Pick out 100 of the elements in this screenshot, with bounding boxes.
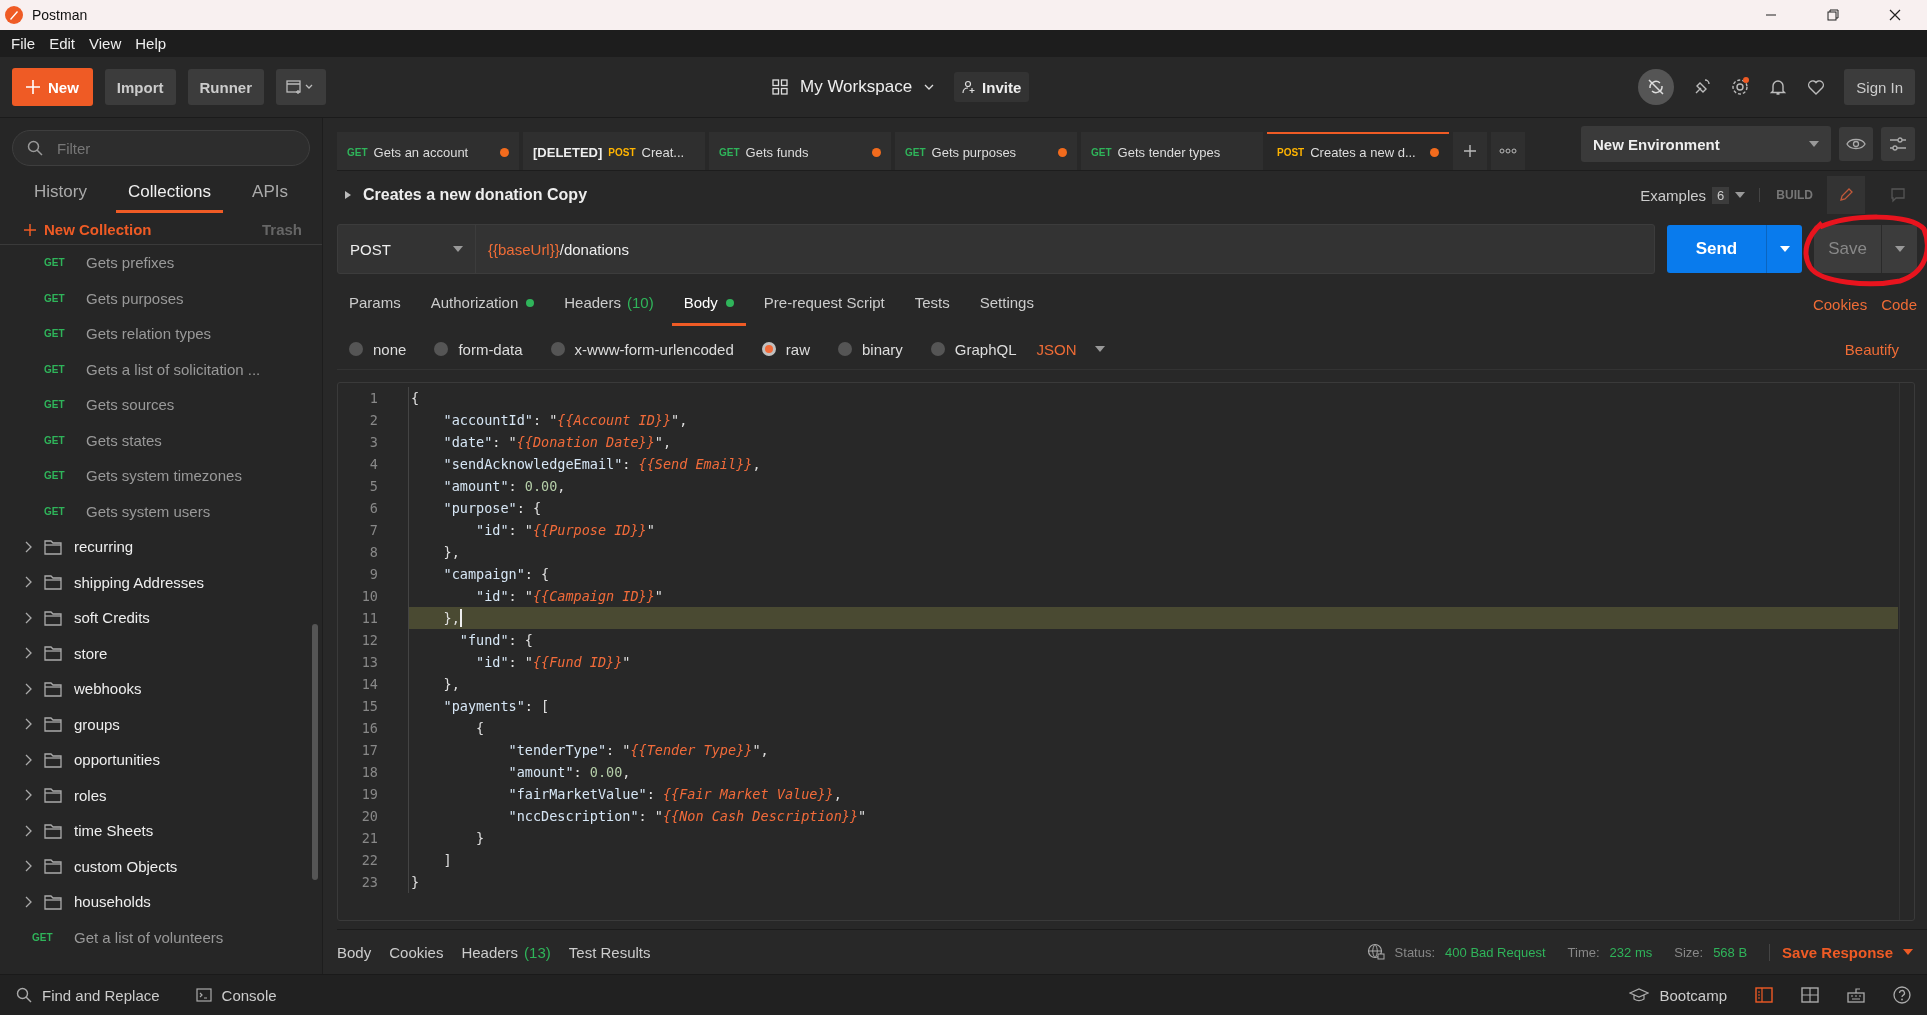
request-item[interactable]: GET Gets a list of solicitation ... <box>0 351 308 387</box>
expand-icon[interactable] <box>345 191 351 199</box>
eye-icon <box>1846 137 1866 151</box>
request-option-tab[interactable]: Body <box>671 282 746 326</box>
folder-item[interactable]: custom Objects <box>0 848 308 884</box>
line-number: 20 <box>360 808 379 824</box>
menu-item[interactable]: Edit <box>42 35 83 52</box>
help-icon[interactable] <box>1893 986 1911 1004</box>
chevron-right-icon <box>24 718 32 731</box>
request-item[interactable]: GET Gets system timezones <box>0 458 308 494</box>
send-options-button[interactable] <box>1766 225 1803 273</box>
folder-item[interactable]: recurring <box>0 529 308 565</box>
globe-lock-icon[interactable] <box>1366 943 1385 961</box>
folder-item[interactable]: webhooks <box>0 671 308 707</box>
request-option-tab[interactable]: Headers (10) <box>552 282 666 326</box>
save-response-button[interactable]: Save Response <box>1769 943 1913 961</box>
chevron-right-icon <box>24 895 32 908</box>
save-options-button[interactable] <box>1881 225 1917 273</box>
sidebar-tab[interactable]: History <box>22 176 99 213</box>
request-tab[interactable]: GET Gets funds <box>709 132 891 170</box>
invite-button[interactable]: Invite <box>954 72 1030 102</box>
caret-icon <box>1903 949 1913 955</box>
folder-item[interactable]: roles <box>0 777 308 813</box>
folder-icon <box>44 751 62 768</box>
request-tab[interactable]: [DELETED] POST Creat... <box>523 132 705 170</box>
request-item[interactable]: GET Get a list of volunteers <box>0 919 308 955</box>
request-item[interactable]: GET Gets purposes <box>0 280 308 316</box>
link[interactable]: Code <box>1881 295 1917 313</box>
add-tab-button[interactable] <box>1453 132 1487 170</box>
body-mode-radio[interactable]: x-www-form-urlencoded <box>550 340 734 358</box>
settings-icon[interactable] <box>1730 77 1751 97</box>
close-icon[interactable] <box>1889 9 1901 21</box>
format-dropdown[interactable]: JSON <box>1036 340 1105 358</box>
request-item[interactable]: GET Gets states <box>0 422 308 458</box>
eye-button[interactable] <box>1839 127 1873 161</box>
line-number: 21 <box>360 830 379 846</box>
request-tab[interactable]: GET Gets tender types <box>1081 132 1263 170</box>
request-item[interactable]: GET Gets prefixes <box>0 245 308 281</box>
body-mode-radio[interactable]: raw <box>761 340 810 358</box>
menu-item[interactable]: File <box>4 35 43 52</box>
find-replace-button[interactable]: Find and Replace <box>16 986 160 1004</box>
request-item[interactable]: GET Gets sources <box>0 387 308 423</box>
request-option-tab[interactable]: Pre-request Script <box>751 282 897 326</box>
sync-off-icon[interactable] <box>1638 69 1675 105</box>
request-tab[interactable]: GET Gets an account <box>337 132 519 170</box>
request-option-tab[interactable]: Tests <box>902 282 962 326</box>
request-option-tab[interactable]: Params <box>337 282 413 326</box>
settings-button[interactable] <box>1881 127 1915 161</box>
request-option-tab[interactable]: Settings <box>967 282 1046 326</box>
response-tab[interactable]: Test Results <box>568 943 651 961</box>
folder-item[interactable]: store <box>0 635 308 671</box>
folder-item[interactable]: groups <box>0 706 308 742</box>
request-item[interactable]: GET Gets system users <box>0 493 308 529</box>
new-window-button[interactable] <box>276 69 326 105</box>
request-tab[interactable]: GET Gets purposes <box>895 132 1077 170</box>
sign-in-button[interactable]: Sign In <box>1844 69 1915 105</box>
app-logo-icon <box>4 5 24 25</box>
folder-icon <box>44 787 62 804</box>
examples-dropdown[interactable]: Examples 6 <box>1640 186 1746 204</box>
response-tab[interactable]: Cookies <box>389 943 444 961</box>
sidebar-tab[interactable]: APIs <box>240 176 300 213</box>
folder-item[interactable]: soft Credits <box>0 600 308 636</box>
more-tabs-button[interactable] <box>1491 132 1525 170</box>
line-number: 5 <box>368 478 379 494</box>
time-label: Time: <box>1567 944 1600 960</box>
folder-item[interactable]: opportunities <box>0 742 308 778</box>
new-collection-button[interactable]: New Collection <box>24 221 152 238</box>
folder-item[interactable]: shipping Addresses <box>0 564 308 600</box>
beautify-link[interactable]: Beautify <box>1844 340 1899 358</box>
body-mode-radio[interactable]: form-data <box>434 340 523 358</box>
line-number: 1 <box>368 390 379 406</box>
request-item[interactable]: GET Gets relation types <box>0 316 308 352</box>
link[interactable]: Cookies <box>1812 295 1868 313</box>
folder-item[interactable]: households <box>0 884 308 920</box>
body-mode-radio[interactable]: GraphQL <box>930 340 1017 358</box>
menu-item[interactable]: Help <box>128 35 174 52</box>
layout-icon[interactable] <box>1801 986 1819 1004</box>
folder-item[interactable]: time Sheets <box>0 813 308 849</box>
heart-icon[interactable] <box>1806 77 1827 97</box>
filter-field[interactable]: Filter <box>12 130 310 166</box>
restore-icon[interactable] <box>1827 9 1839 21</box>
bootcamp-button[interactable]: Bootcamp <box>1629 986 1727 1004</box>
code-line: "sendAcknowledgeEmail": {{Send Email}}, <box>408 453 1898 475</box>
caret-icon <box>1894 246 1905 252</box>
environment-dropdown[interactable]: New Environment <box>1581 126 1831 162</box>
two-pane-icon[interactable] <box>1755 986 1773 1004</box>
menu-item[interactable]: View <box>82 35 129 52</box>
body-mode-radio[interactable]: binary <box>837 340 903 358</box>
body-mode-radio[interactable]: none <box>349 340 407 358</box>
response-tab[interactable]: Headers (13) <box>461 943 551 961</box>
keyboard-icon[interactable] <box>1847 986 1865 1004</box>
scrollbar[interactable] <box>312 623 318 881</box>
workspace-dropdown[interactable]: My Workspace <box>772 77 935 97</box>
sidebar-tab[interactable]: Collections <box>115 176 224 213</box>
send-button[interactable]: Send <box>1666 225 1767 273</box>
response-tab[interactable]: Body <box>337 943 372 961</box>
runner-button[interactable]: Runner <box>187 69 264 105</box>
import-button[interactable]: Import <box>104 69 176 105</box>
request-option-tab[interactable]: Authorization <box>418 282 547 326</box>
console-button[interactable]: Console <box>195 986 277 1004</box>
